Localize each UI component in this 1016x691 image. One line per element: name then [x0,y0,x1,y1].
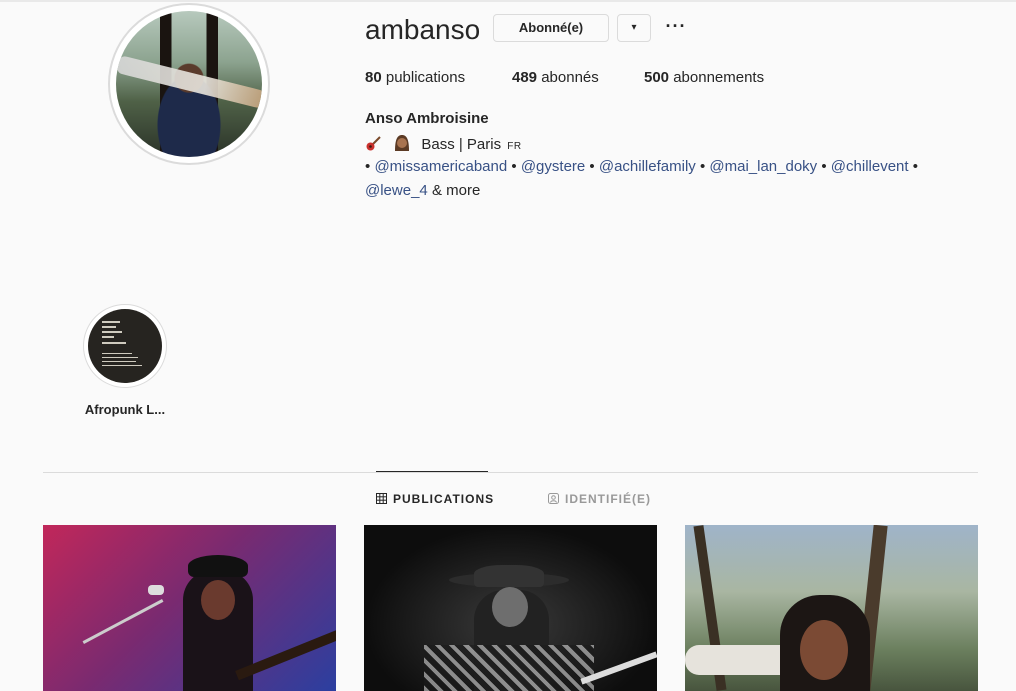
profile-avatar[interactable] [108,3,270,165]
france-flag-icon: FR [507,141,522,152]
tab-publications-label: PUBLICATIONS [393,492,495,506]
chevron-down-icon: ▾ [631,22,637,33]
profile-username: ambanso [365,14,481,45]
bio-text: Bass | Paris [421,136,502,153]
bullet: • [589,158,595,175]
stat-publications: 80 publications [365,69,465,86]
bass-guitar-shape [116,55,262,109]
bio-line-2: • @missamericaband • @gystere • @achille… [365,158,918,175]
stat-following[interactable]: 500 abonnements [644,69,764,86]
post-thumbnail[interactable] [364,525,657,691]
tab-publications[interactable]: PUBLICATIONS [376,492,494,506]
tab-tagged[interactable]: IDENTIFIÉ(E) [548,492,651,506]
bullet: • [912,158,918,175]
bio-line-3: @lewe_4 & more [365,182,480,199]
bullet: • [511,158,517,175]
post-thumbnail[interactable] [685,525,978,691]
followers-label: abonnés [541,69,599,86]
mention-link[interactable]: @mai_lan_doky [709,158,817,175]
highlight-cover [88,309,162,383]
more-link[interactable]: & more [432,182,480,199]
tabs-divider [43,472,978,473]
publications-label: publications [385,69,466,86]
highlight-label[interactable]: Afropunk L... [76,402,174,417]
bullet: • [699,158,706,175]
stat-followers[interactable]: 489 abonnés [512,69,599,86]
mention-link[interactable]: @missamericaband [374,158,507,175]
bullet: • [821,158,827,175]
woman-icon [395,135,410,151]
ellipsis-icon: ··· [665,16,687,36]
bullet: • [365,158,371,175]
mention-link[interactable]: @gystere [521,158,585,175]
grid-icon [376,493,387,504]
story-highlight[interactable] [83,304,167,388]
mention-link[interactable]: @chillevent [831,158,909,175]
bio-line-1: Bass | Paris FR [365,134,522,153]
publications-count: 80 [365,69,382,86]
tagged-user-icon [548,493,559,504]
following-count: 500 [644,69,670,86]
subscribed-button[interactable]: Abonné(e) [493,14,609,42]
post-thumbnail[interactable] [43,525,336,691]
following-label: abonnements [673,69,765,86]
followers-count: 489 [512,69,538,86]
more-options-button[interactable]: ··· [665,14,687,42]
avatar-photo [116,11,262,157]
mention-link[interactable]: @lewe_4 [365,182,428,199]
tab-tagged-label: IDENTIFIÉ(E) [565,492,651,506]
profile-full-name: Anso Ambroisine [365,110,489,127]
guitar-icon [366,136,381,151]
top-border [0,0,1016,2]
mention-link[interactable]: @achillefamily [599,158,696,175]
active-tab-indicator [376,471,488,472]
suggestions-dropdown-button[interactable]: ▾ [617,14,651,42]
